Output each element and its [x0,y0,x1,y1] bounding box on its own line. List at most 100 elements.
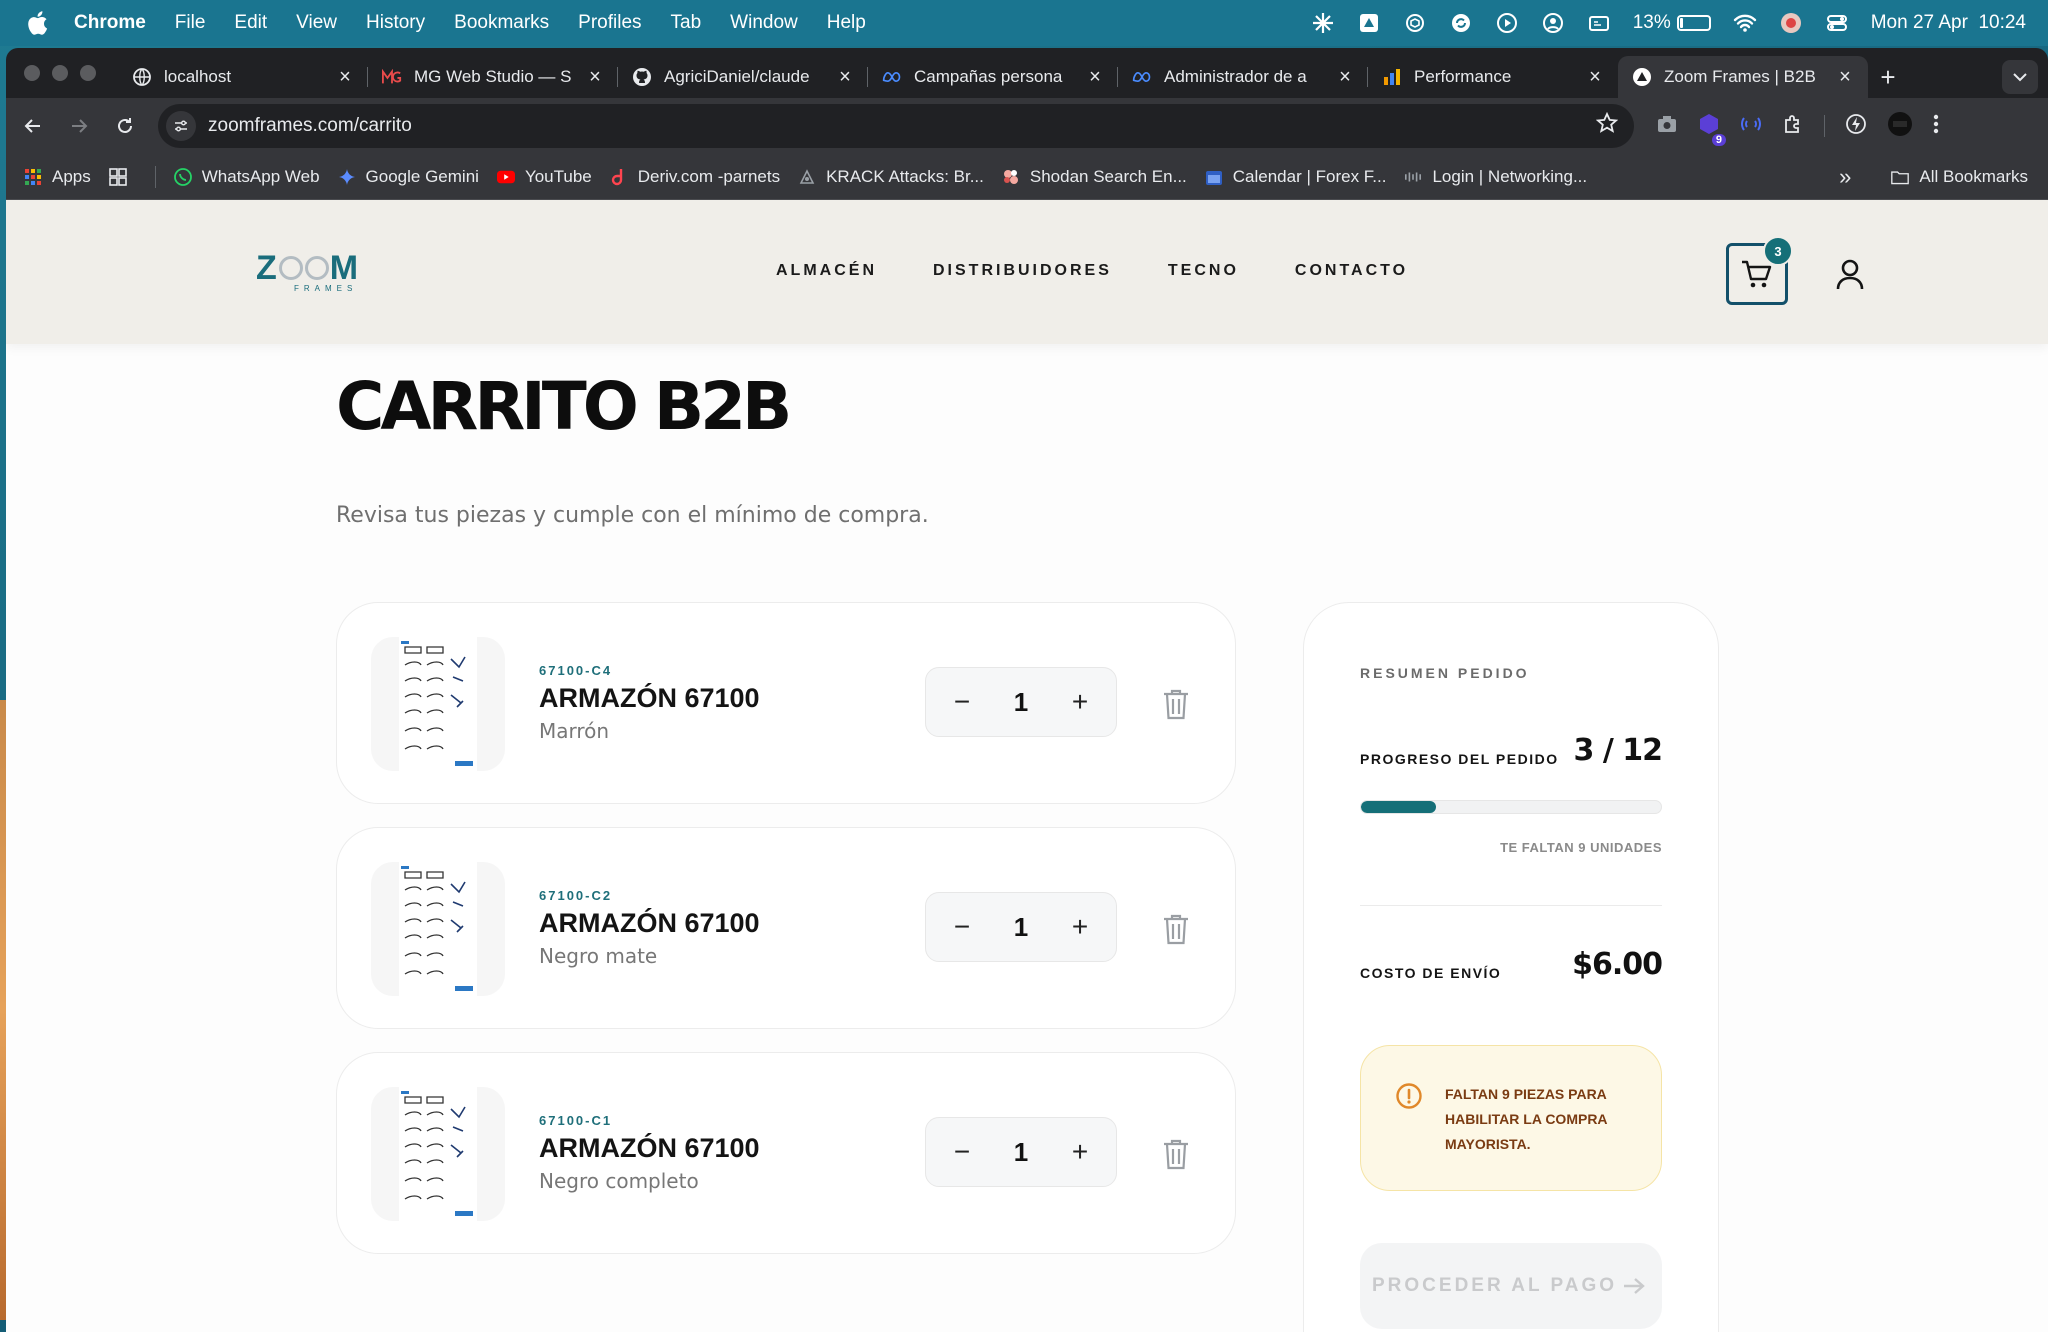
tab-mg-web-studio[interactable]: MG Web Studio — S × [368,56,618,98]
tab-close-icon[interactable]: × [836,66,854,89]
nav-distribuidores[interactable]: DISTRIBUIDORES [933,262,1112,280]
site-info-icon[interactable] [166,111,196,141]
decrease-quantity-button[interactable]: − [946,1136,978,1168]
reload-button[interactable] [106,107,144,145]
play-status-icon[interactable] [1495,11,1519,35]
account-button[interactable] [1830,254,1870,294]
bookmark-gemini[interactable]: Google Gemini [338,167,479,187]
bookmark-cisco[interactable]: Login | Networking... [1404,167,1587,187]
bookmark-whatsapp[interactable]: WhatsApp Web [173,167,320,187]
nav-almacen[interactable]: ALMACÉN [776,262,877,280]
increase-quantity-button[interactable]: + [1064,911,1096,943]
sparkle-status-icon[interactable] [1311,11,1335,35]
tab-close-icon[interactable]: × [1836,66,1854,89]
display-status-icon[interactable] [1587,11,1611,35]
clock[interactable]: Mon 27 Apr 10:24 [1871,12,2026,34]
menu-app-name[interactable]: Chrome [74,12,146,34]
tab-close-icon[interactable]: × [1586,66,1604,89]
forward-button[interactable] [60,107,98,145]
tab-administrador[interactable]: Administrador de a × [1118,56,1368,98]
menu-file[interactable]: File [175,12,206,34]
new-tab-button[interactable]: + [1868,56,1908,98]
tab-close-icon[interactable]: × [1336,66,1354,89]
bookmark-shodan[interactable]: Shodan Search En... [1002,167,1187,187]
menu-window[interactable]: Window [730,12,798,34]
profile-avatar[interactable] [1887,111,1913,142]
tab-close-icon[interactable]: × [1086,66,1104,89]
quantity-value[interactable]: 1 [1014,912,1028,943]
proceed-to-payment-button[interactable]: PROCEDER AL PAGO [1360,1243,1662,1329]
menu-bookmarks[interactable]: Bookmarks [454,12,549,34]
menu-edit[interactable]: Edit [234,12,267,34]
performance-extension-icon[interactable] [1845,113,1867,140]
tab-performance[interactable]: Performance × [1368,56,1618,98]
bookmark-youtube[interactable]: YouTube [496,167,592,187]
quantity-value[interactable]: 1 [1014,687,1028,718]
increase-quantity-button[interactable]: + [1064,1136,1096,1168]
warning-text: FALTAN 9 PIEZAS PARA HABILITAR LA COMPRA… [1445,1086,1608,1152]
hex-extension-icon[interactable]: 9 [1698,113,1726,146]
item-sku: 67100-C4 [539,663,613,678]
trash-icon[interactable] [1159,687,1193,721]
signal-extension-icon[interactable] [1740,114,1762,139]
product-thumbnail[interactable] [371,637,505,771]
tab-campanas[interactable]: Campañas persona × [868,56,1118,98]
menu-view[interactable]: View [296,12,337,34]
menu-tab[interactable]: Tab [671,12,702,34]
minimize-window-button[interactable] [52,65,68,81]
control-center-icon[interactable] [1825,11,1849,35]
increase-quantity-button[interactable]: + [1064,686,1096,718]
back-button[interactable] [14,107,52,145]
tab-close-icon[interactable]: × [336,66,354,89]
bookmark-star-icon[interactable] [1595,111,1619,140]
nav-contacto[interactable]: CONTACTO [1295,262,1408,280]
zoom-frames-logo[interactable]: ZM FRAMES [256,250,396,300]
menu-history[interactable]: History [366,12,425,34]
decrease-quantity-button[interactable]: − [946,911,978,943]
apple-icon[interactable] [26,10,52,36]
product-thumbnail[interactable] [371,862,505,996]
tab-github[interactable]: AgriciDaniel/claude × [618,56,868,98]
item-variant: Negro mate [539,944,658,968]
battery-indicator[interactable]: 13% [1633,12,1711,34]
bookmark-apps[interactable]: Apps [24,167,91,187]
quantity-value[interactable]: 1 [1014,1137,1028,1168]
product-thumbnail[interactable] [371,1087,505,1221]
trash-icon[interactable] [1159,1137,1193,1171]
tab-title: Performance [1414,67,1512,86]
tab-groups-button[interactable] [108,167,137,186]
sync-status-icon[interactable] [1449,11,1473,35]
logo-subtitle: FRAMES [294,284,358,293]
drive-status-icon[interactable] [1357,11,1381,35]
puzzle-extensions-icon[interactable] [1782,113,1804,140]
cart-button[interactable]: 3 [1726,236,1793,305]
youtube-icon [496,168,515,186]
bookmark-calendar[interactable]: Calendar | Forex F... [1205,167,1386,187]
url-text[interactable]: zoomframes.com/carrito [208,115,1596,137]
tab-localhost[interactable]: localhost × [118,56,368,98]
tab-close-icon[interactable]: × [586,66,604,89]
menu-help[interactable]: Help [827,12,866,34]
camera-extension-icon[interactable] [1656,114,1678,139]
decrease-quantity-button[interactable]: − [946,686,978,718]
zoom-window-button[interactable] [80,65,96,81]
address-bar[interactable]: zoomframes.com/carrito [158,104,1634,148]
profile-avatar-icon[interactable] [1779,11,1803,35]
trash-icon[interactable] [1159,912,1193,946]
bookmark-krack[interactable]: KRACK Attacks: Br... [798,167,984,187]
account-status-icon[interactable] [1541,11,1565,35]
bookmarks-overflow-button[interactable]: » [1839,164,1851,190]
menu-profiles[interactable]: Profiles [578,12,641,34]
close-window-button[interactable] [24,65,40,81]
wifi-icon[interactable] [1733,11,1757,35]
chrome-menu-icon[interactable] [1933,113,1939,140]
cart-icon [1742,260,1772,288]
tab-search-button[interactable] [2002,60,2038,94]
nav-tecno[interactable]: TECNO [1168,262,1239,280]
tab-zoom-frames[interactable]: Zoom Frames | B2B × [1618,56,1868,98]
cart-item: 67100-C2 ARMAZÓN 67100 Negro mate − 1 + [336,827,1236,1029]
all-bookmarks-button[interactable]: All Bookmarks [1891,167,2028,187]
chatgpt-status-icon[interactable] [1403,11,1427,35]
proceed-label: PROCEDER AL PAGO [1372,1275,1618,1296]
bookmark-deriv[interactable]: Deriv.com -parnets [610,167,780,187]
